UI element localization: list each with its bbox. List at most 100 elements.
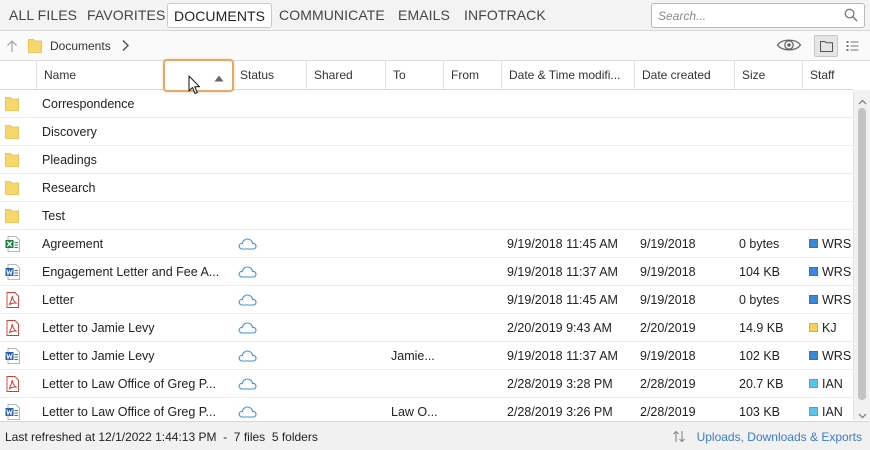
table-row[interactable]: Letter 9/19/2018 11:45 AM 9/19/2018 0 bytes… [0,286,853,314]
file-to [391,202,441,230]
file-date-created [640,118,732,146]
file-name: Letter to Law Office of Greg P... [42,405,216,419]
column-date-created[interactable]: Date created [634,61,734,90]
file-date-modified: 9/19/2018 11:45 AM [507,293,618,307]
tab-all-files[interactable]: ALL FILES [3,3,83,28]
scroll-up-arrow-icon[interactable] [858,94,867,108]
table-row[interactable]: Letter to Jamie Levy 2/20/2019 9:43 AM 2/2… [0,314,853,342]
cloud-icon[interactable] [238,294,257,309]
staff-color-badge [809,267,818,276]
file-date-created: 9/19/2018 [640,349,696,363]
file-staff [822,90,852,118]
folder-view-button[interactable] [814,35,838,57]
file-staff: WRS [822,265,852,279]
up-arrow-icon[interactable] [5,39,19,56]
file-staff [822,174,852,202]
cloud-icon[interactable] [238,378,257,393]
file-date-created [640,202,732,230]
eye-icon[interactable] [776,37,802,56]
uploads-downloads-exports-link[interactable]: Uploads, Downloads & Exports [672,429,862,445]
tab-infotrack[interactable]: INFOTRACK [458,3,552,28]
table-row[interactable]: Research [0,174,853,202]
table-row[interactable]: Agreement 9/19/2018 11:45 AM 9/19/2018 0 by… [0,230,853,258]
tab-documents[interactable]: DOCUMENTS [167,3,273,28]
table-row[interactable]: Pleadings [0,146,853,174]
table-row[interactable]: Engagement Letter and Fee A... 9/19/2018 … [0,258,853,286]
transfer-arrows-icon [672,430,686,446]
vertical-scrollbar[interactable] [853,90,870,420]
cloud-icon[interactable] [238,266,257,281]
file-staff: WRS [822,237,852,251]
staff-color-badge [809,351,818,360]
file-date-modified: 2/28/2019 3:26 PM [507,405,613,419]
file-date-created [640,90,732,118]
file-to [391,286,441,314]
excel-icon [5,236,20,255]
column-shared[interactable]: Shared [306,61,385,90]
tab-emails[interactable]: EMAILS [392,3,456,28]
tab-favorites[interactable]: FAVORITES [81,3,171,28]
column-date-modified[interactable]: Date & Time modifi... [501,61,634,90]
table-row[interactable]: Correspondence [0,90,853,118]
column-icon[interactable] [0,61,36,90]
table-row[interactable]: Discovery [0,118,853,146]
file-staff: KJ [822,321,837,335]
file-name: Agreement [42,237,104,251]
chevron-right-icon[interactable] [121,39,130,55]
list-view-button[interactable] [840,35,864,57]
breadcrumb: Documents [0,31,870,61]
staff-color-badge [809,323,818,332]
file-date-modified: 9/19/2018 11:45 AM [507,237,618,251]
scroll-down-arrow-icon[interactable] [858,408,867,422]
column-from[interactable]: From [443,61,501,90]
folder-icon [5,124,19,142]
file-staff: WRS [822,293,852,307]
table-row[interactable]: Letter to Jamie Levy Jamie... 9/19/2018 11… [0,342,853,370]
file-name: Research [42,181,96,195]
file-staff: IAN [822,405,843,419]
column-staff[interactable]: Staff [802,61,853,90]
file-size: 0 bytes [739,237,780,251]
tab-communicate[interactable]: COMMUNICATE [273,3,391,28]
file-size: 14.9 KB [739,321,784,335]
word-icon [5,348,20,367]
column-size[interactable]: Size [734,61,802,90]
cloud-icon[interactable] [238,322,257,337]
scrollbar-thumb[interactable] [858,108,866,400]
column-name[interactable]: Name [36,61,163,90]
folder-icon [5,152,19,170]
file-date-created: 2/20/2019 [640,321,696,335]
cloud-icon[interactable] [238,350,257,365]
file-size [739,90,801,118]
file-staff [822,118,852,146]
cloud-icon[interactable] [238,406,257,420]
cloud-icon[interactable] [238,238,257,253]
uploads-link-label[interactable]: Uploads, Downloads & Exports [697,430,862,444]
column-status[interactable]: Status [232,61,306,90]
breadcrumb-current[interactable]: Documents [50,39,111,53]
cursor-icon [188,75,201,98]
file-date-modified: 2/28/2019 3:28 PM [507,377,613,391]
file-to [391,118,441,146]
staff-color-badge [809,407,818,416]
folder-icon [28,38,42,56]
folder-icon [5,208,19,226]
table-row[interactable]: Letter to Law Office of Greg P... Law O..… [0,398,853,420]
file-date-modified [507,90,632,118]
file-size [739,118,801,146]
search-input[interactable] [658,7,838,25]
file-name: Letter to Law Office of Greg P... [42,377,216,391]
table-row[interactable]: Letter to Law Office of Greg P... 2/28/20… [0,370,853,398]
file-to [391,370,441,398]
file-size: 0 bytes [739,293,780,307]
column-to[interactable]: To [385,61,443,90]
file-date-modified: 9/19/2018 11:37 AM [507,349,618,363]
file-date-created: 9/19/2018 [640,293,696,307]
search-icon[interactable] [844,8,858,25]
table-row[interactable]: Test [0,202,853,230]
pdf-icon [5,376,20,395]
staff-color-badge [809,379,818,388]
search-box[interactable] [651,3,865,28]
file-name: Engagement Letter and Fee A... [42,265,220,279]
top-tab-bar: ALL FILES FAVORITES DOCUMENTS COMMUNICAT… [0,0,870,31]
